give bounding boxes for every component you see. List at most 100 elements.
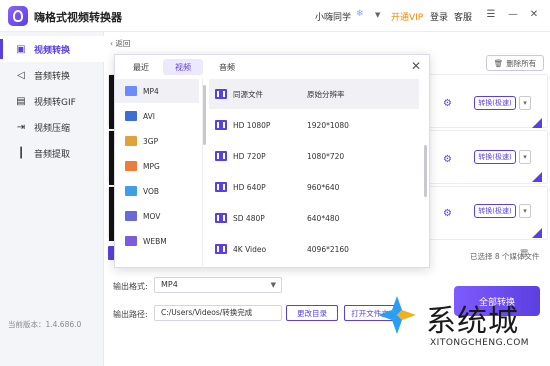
- output-format-value: MP4: [161, 280, 178, 289]
- video-convert-icon: ▣: [16, 43, 26, 55]
- sidebar-item-video-to-gif[interactable]: ▤ 视频转GIF: [0, 88, 104, 114]
- film-icon: [215, 120, 227, 130]
- watermark-text: 系统城: [426, 304, 519, 339]
- app-logo-icon: [8, 6, 28, 26]
- more-dropdown-icon[interactable]: ▾: [519, 204, 531, 218]
- settings-gear-icon[interactable]: ⚙: [443, 208, 452, 219]
- customer-service-link[interactable]: 客服: [454, 10, 472, 23]
- sidebar-item-audio-extract[interactable]: ┃ 音频提取: [0, 140, 104, 166]
- tab-video[interactable]: 视频: [163, 59, 203, 75]
- waveform-icon: ┃: [17, 147, 25, 159]
- format-label: WEBM: [143, 236, 167, 246]
- resolution-value: 4096*2160: [307, 244, 349, 254]
- format-item-3gp[interactable]: 3GP: [115, 129, 199, 153]
- format-label: MPG: [143, 161, 160, 171]
- mp4-file-icon: [125, 86, 137, 96]
- resolution-row[interactable]: HD 720P 1080*720: [209, 141, 419, 171]
- resolution-value: 原始分辨率: [307, 89, 345, 99]
- resolution-name: 同源文件: [233, 89, 263, 99]
- change-dir-button[interactable]: 更改目录: [286, 305, 338, 321]
- resolution-name: HD 640P: [233, 182, 266, 192]
- minimize-icon[interactable]: —: [506, 8, 520, 22]
- format-label: MP4: [143, 86, 159, 96]
- format-item-mov[interactable]: MOV: [115, 204, 199, 228]
- resolution-row[interactable]: 4K Video 4096*2160: [209, 234, 419, 264]
- output-path-field[interactable]: C:/Users/Videos/转换完成: [154, 305, 282, 321]
- resolution-name: HD 1080P: [233, 120, 271, 130]
- row-corner-mark: [532, 118, 542, 128]
- output-format-select[interactable]: MP4 ▼: [154, 277, 282, 293]
- settings-gear-icon[interactable]: ⚙: [443, 98, 452, 109]
- sidebar-item-video-convert[interactable]: ▣ 视频转换: [0, 36, 104, 62]
- watermark-subtext: XITONGCHENG.COM: [430, 338, 530, 348]
- sidebar-item-label: 音频转换: [34, 71, 71, 82]
- user-menu-chevron-icon[interactable]: ▼: [375, 11, 380, 19]
- more-dropdown-icon[interactable]: ▾: [519, 96, 531, 110]
- tab-audio[interactable]: 音频: [207, 59, 247, 75]
- resolution-row[interactable]: SD 480P 640*480: [209, 203, 419, 233]
- format-item-avi[interactable]: AVI: [115, 104, 199, 128]
- sidebar-item-video-compress[interactable]: ⇥ 视频压缩: [0, 114, 104, 140]
- open-vip-link[interactable]: 开通VIP: [391, 10, 423, 23]
- film-icon: [215, 244, 227, 254]
- sidebar-item-label: 视频转换: [34, 45, 71, 56]
- resolution-row[interactable]: HD 640P 960*640: [209, 172, 419, 202]
- menu-icon[interactable]: ☰: [484, 8, 498, 22]
- back-link[interactable]: ‹ 返回: [110, 38, 130, 49]
- format-item-mpg[interactable]: MPG: [115, 154, 199, 178]
- login-link[interactable]: 登录: [430, 10, 448, 23]
- close-icon[interactable]: ✕: [411, 59, 421, 73]
- format-label: 3GP: [143, 136, 159, 146]
- resolution-name: 4K Video: [233, 244, 267, 254]
- chevron-down-icon: ▼: [270, 281, 276, 289]
- row-corner-mark: [532, 172, 542, 182]
- delete-all-label: 删除所有: [506, 58, 537, 68]
- resolution-value: 1920*1080: [307, 120, 349, 130]
- format-list: MP4 AVI 3GP MPG VOB MOV WEBM: [115, 79, 203, 269]
- resolution-value: 960*640: [307, 182, 340, 192]
- row-corner-mark: [532, 228, 542, 238]
- resolution-row[interactable]: HD 1080P 1920*1080: [209, 110, 419, 140]
- compress-icon: ⇥: [16, 121, 26, 133]
- gif-icon: ▤: [16, 95, 26, 107]
- convert-button[interactable]: 转换(极速): [474, 96, 516, 110]
- resolution-value: 1080*720: [307, 151, 345, 161]
- version-text: 当前版本：1.4.686.0: [8, 320, 82, 329]
- sidebar-item-label: 视频压缩: [34, 123, 71, 134]
- output-path-label: 输出路径:: [113, 310, 148, 319]
- speaker-icon: ◁: [17, 69, 25, 81]
- user-name[interactable]: 小嗨同学: [315, 10, 351, 23]
- resolution-value: 640*480: [307, 213, 340, 223]
- sidebar-item-label: 视频转GIF: [34, 97, 76, 108]
- watermark-logo-icon: [378, 296, 416, 334]
- resolution-list-scrollbar[interactable]: [424, 145, 427, 197]
- resolution-row[interactable]: 同源文件 原始分辨率: [209, 79, 419, 109]
- more-dropdown-icon[interactable]: ▾: [519, 150, 531, 164]
- format-item-mp4[interactable]: MP4: [115, 79, 199, 103]
- vob-file-icon: [125, 186, 137, 196]
- webm-file-icon: [125, 236, 137, 246]
- clear-trash-icon[interactable]: 🗑: [519, 249, 529, 258]
- title-bar: 嗨格式视频转换器 小嗨同学 ❄ ▼ 开通VIP 登录 客服 ☰ — ✕: [0, 0, 550, 32]
- format-list-scrollbar[interactable]: [203, 85, 206, 145]
- film-icon: [215, 182, 227, 192]
- resolution-name: HD 720P: [233, 151, 266, 161]
- format-label: MOV: [143, 211, 161, 221]
- app-title: 嗨格式视频转换器: [34, 11, 122, 24]
- film-icon: [215, 213, 227, 223]
- sidebar-item-label: 音频提取: [34, 149, 71, 160]
- format-panel: 最近 视频 音频 ✕ MP4 AVI 3GP MPG VOB MOV WEBM …: [114, 54, 430, 269]
- convert-button[interactable]: 转换(极速): [474, 204, 516, 218]
- format-label: AVI: [143, 111, 155, 121]
- format-item-vob[interactable]: VOB: [115, 179, 199, 203]
- film-icon: [215, 151, 227, 161]
- format-label: VOB: [143, 186, 160, 196]
- close-icon[interactable]: ✕: [527, 8, 541, 22]
- format-item-webm[interactable]: WEBM: [115, 229, 199, 253]
- tab-recent[interactable]: 最近: [121, 59, 161, 75]
- delete-all-button[interactable]: 🗑 删除所有: [486, 55, 544, 71]
- convert-button[interactable]: 转换(极速): [474, 150, 516, 164]
- settings-gear-icon[interactable]: ⚙: [443, 154, 452, 165]
- sidebar-item-audio-convert[interactable]: ◁ 音频转换: [0, 62, 104, 88]
- vip-snowflake-icon: ❄: [356, 9, 364, 19]
